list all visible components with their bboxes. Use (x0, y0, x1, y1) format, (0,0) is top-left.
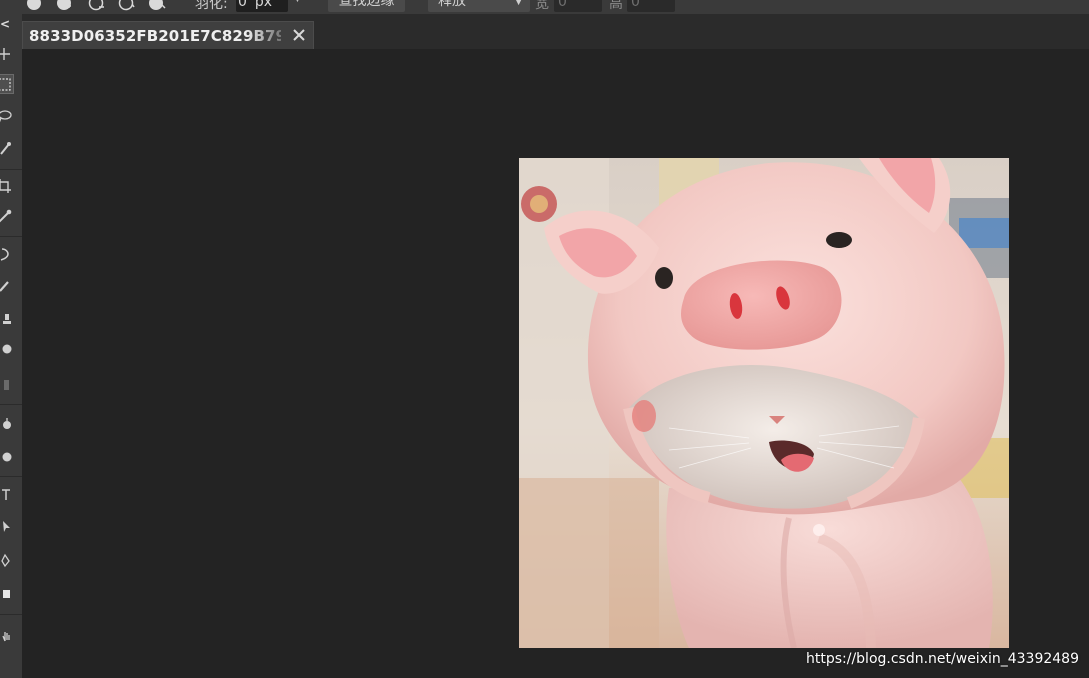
feather-dropdown-arrow-icon[interactable]: ▼ (294, 0, 301, 4)
move-icon[interactable] (0, 44, 14, 64)
pen-icon[interactable] (0, 550, 14, 570)
path-select-icon[interactable] (0, 516, 14, 536)
width-label: 宽 (535, 0, 549, 12)
eraser-icon[interactable] (0, 374, 14, 394)
gradient-icon[interactable] (0, 414, 14, 434)
toolbox-divider (0, 614, 22, 615)
toolbox-divider (0, 169, 22, 170)
eyedropper-icon[interactable] (0, 206, 14, 226)
intersect-selection-icon[interactable] (118, 0, 136, 12)
history-brush-icon[interactable] (0, 339, 14, 359)
shape-icon[interactable] (0, 584, 14, 604)
type-icon[interactable] (0, 484, 14, 504)
options-bar: 羽化: 0 px ▼ 查找边缘 释放 ▼ 宽 0 高 0 (0, 0, 1089, 14)
document-tab-title[interactable]: 8833D06352FB201E7C829B79A9 (29, 27, 281, 45)
width-input[interactable]: 0 (554, 0, 602, 12)
lasso-icon[interactable] (0, 106, 14, 126)
new-selection-icon[interactable] (25, 0, 43, 12)
document-tab-strip: 8833D06352FB201E7C829B79A9 (22, 14, 1089, 49)
clone-stamp-icon[interactable] (0, 309, 14, 329)
release-select[interactable]: 释放 ▼ (428, 0, 530, 12)
blur-icon[interactable] (0, 446, 14, 466)
marquee-icon[interactable] (0, 74, 14, 94)
healing-brush-icon[interactable] (0, 244, 14, 264)
feather-value: 0 (238, 0, 247, 10)
feather-input[interactable]: 0 px (236, 0, 288, 12)
canvas-workspace[interactable]: https://blog.csdn.net/weixin_43392489 (22, 49, 1089, 678)
toolbox-divider (0, 404, 22, 405)
watermark-text: https://blog.csdn.net/weixin_43392489 (805, 651, 1079, 667)
feather-label: 羽化: (195, 0, 228, 12)
height-label: 高 (609, 0, 623, 12)
refine-selection-icon[interactable] (148, 0, 166, 12)
close-icon[interactable] (291, 27, 307, 43)
quick-select-icon[interactable] (0, 139, 14, 159)
subtract-from-selection-icon[interactable] (88, 0, 106, 12)
toolbox: < (0, 14, 22, 678)
toolbox-divider (0, 236, 22, 237)
cat-in-pig-costume-photo (519, 158, 1009, 648)
document-tab[interactable]: 8833D06352FB201E7C829B79A9 (22, 21, 314, 49)
photo-editor-window: 羽化: 0 px ▼ 查找边缘 释放 ▼ 宽 0 高 0 < (0, 0, 1089, 678)
feather-unit: px (254, 0, 273, 10)
release-select-value: 释放 (438, 0, 466, 9)
add-to-selection-icon[interactable] (56, 0, 74, 12)
chevron-down-icon: ▼ (515, 0, 522, 7)
hand-icon[interactable] (0, 626, 14, 646)
brush-icon[interactable] (0, 276, 14, 296)
toolbox-divider (0, 476, 22, 477)
height-input[interactable]: 0 (627, 0, 675, 12)
collapse-toolbox-button[interactable]: < (0, 17, 10, 31)
crop-icon[interactable] (0, 176, 14, 196)
document-image[interactable] (519, 158, 1009, 648)
find-edge-button[interactable]: 查找边缘 (328, 0, 405, 12)
